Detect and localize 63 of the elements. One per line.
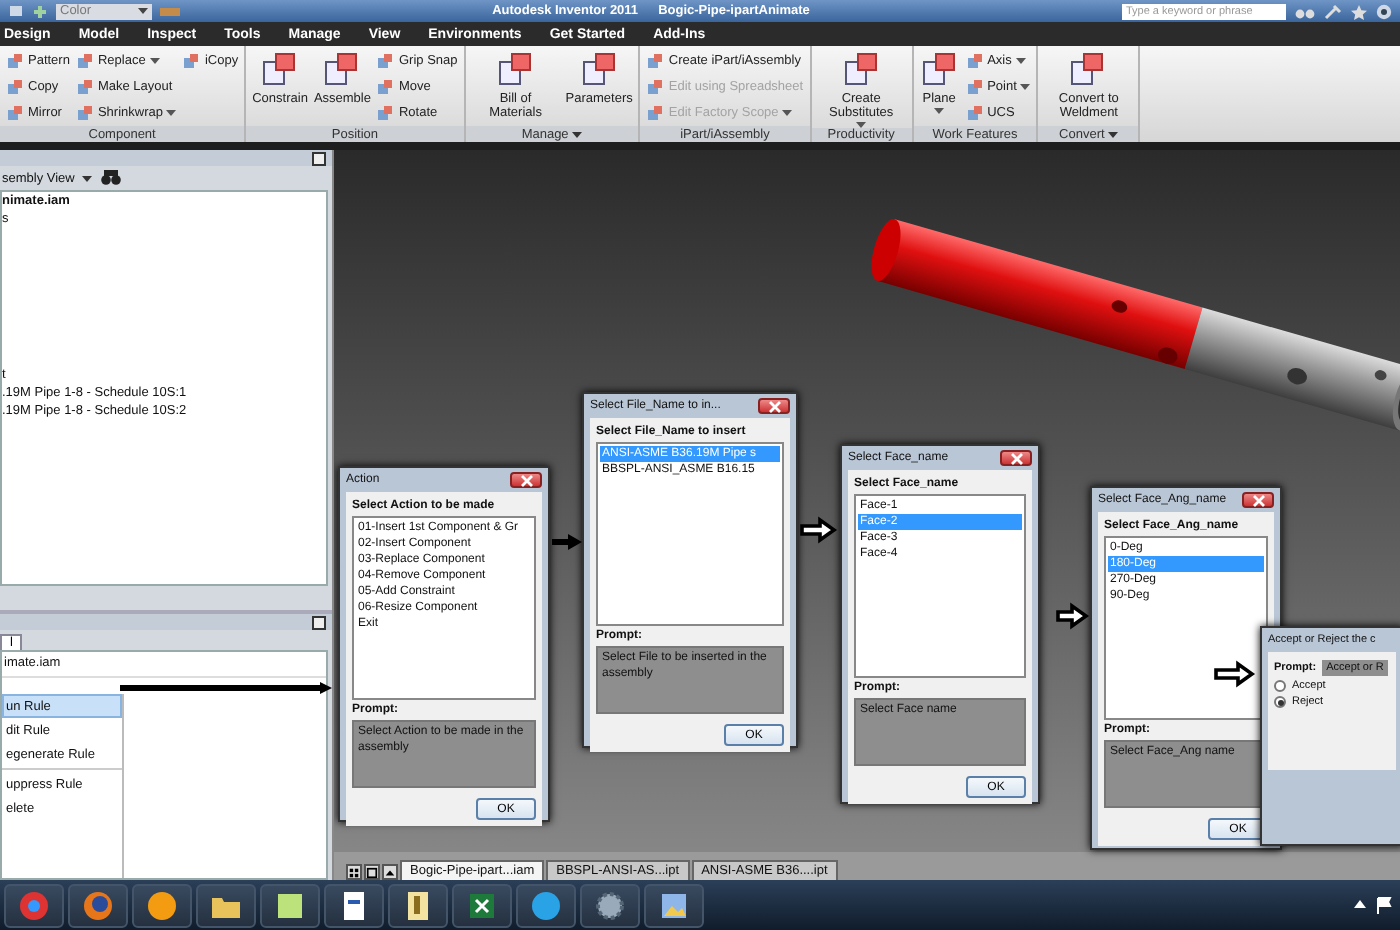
- caret-icon: [166, 110, 177, 116]
- arrow: [1214, 660, 1256, 688]
- gear-icon: [594, 889, 626, 921]
- blocks-icon: [841, 50, 882, 90]
- close-button[interactable]: [758, 398, 790, 414]
- taskbar-button[interactable]: [452, 883, 512, 927]
- taskbar-button[interactable]: [580, 883, 640, 927]
- spreadsheet-icon: [466, 889, 498, 921]
- radio-button[interactable]: [1274, 696, 1286, 708]
- grid-icon: [348, 865, 360, 879]
- tile-windows-button[interactable]: [346, 864, 362, 880]
- binoculars-icon[interactable]: [100, 170, 123, 186]
- close-button[interactable]: [510, 472, 542, 488]
- close-button[interactable]: [1242, 492, 1274, 508]
- round-app-icon: [146, 889, 178, 921]
- blocks-icon: [322, 50, 363, 90]
- arrange-button[interactable]: [382, 864, 398, 880]
- caret-icon: [149, 58, 160, 64]
- blocks-icon: [579, 50, 620, 90]
- arrow: [1056, 602, 1090, 630]
- help-icon[interactable]: [1375, 3, 1392, 19]
- taskbar-button[interactable]: [324, 883, 384, 927]
- picture-icon: [658, 889, 690, 921]
- taskbar-button[interactable]: [388, 883, 448, 927]
- caret-icon: [1015, 58, 1026, 64]
- flag-icon[interactable]: [1376, 895, 1392, 915]
- caret-icon: [1108, 131, 1119, 137]
- close-icon: [1251, 493, 1265, 507]
- caret-icon: [782, 110, 793, 116]
- taskbar-button[interactable]: [132, 883, 192, 927]
- caret-icon: [82, 175, 93, 181]
- document-icon: [338, 889, 370, 921]
- caret-icon: [572, 131, 583, 137]
- plus-icon[interactable]: [32, 3, 48, 19]
- arrow: [552, 534, 582, 550]
- close-icon: [767, 399, 781, 413]
- close-button[interactable]: [1000, 450, 1032, 466]
- blocks-icon: [182, 52, 201, 70]
- blocks-icon: [495, 50, 536, 90]
- round-app-icon: [18, 889, 50, 921]
- radio-button[interactable]: [1274, 680, 1286, 692]
- panel-menu-icon[interactable]: [312, 615, 326, 629]
- panel-menu-icon[interactable]: [312, 151, 326, 165]
- document-icon: [402, 889, 434, 921]
- blocks-icon: [1068, 50, 1109, 90]
- star-icon[interactable]: [1349, 3, 1368, 19]
- up-caret-icon: [384, 865, 396, 879]
- caret-icon: [138, 8, 148, 14]
- caret-icon: [1020, 84, 1031, 90]
- taskbar-button[interactable]: [260, 883, 320, 927]
- caret-icon: [934, 108, 945, 114]
- taskbar-button[interactable]: [644, 883, 704, 927]
- square-icon: [366, 865, 378, 879]
- globe-icon: [82, 889, 114, 921]
- close-icon: [1009, 451, 1023, 465]
- color-swatch-icon[interactable]: [160, 3, 180, 19]
- close-icon: [519, 473, 533, 487]
- cascade-windows-button[interactable]: [364, 864, 380, 880]
- arrow: [800, 516, 838, 544]
- up-caret-icon[interactable]: [1352, 895, 1368, 911]
- blocks-icon: [260, 50, 301, 90]
- blocks-icon: [919, 50, 960, 90]
- taskbar-button[interactable]: [196, 883, 256, 927]
